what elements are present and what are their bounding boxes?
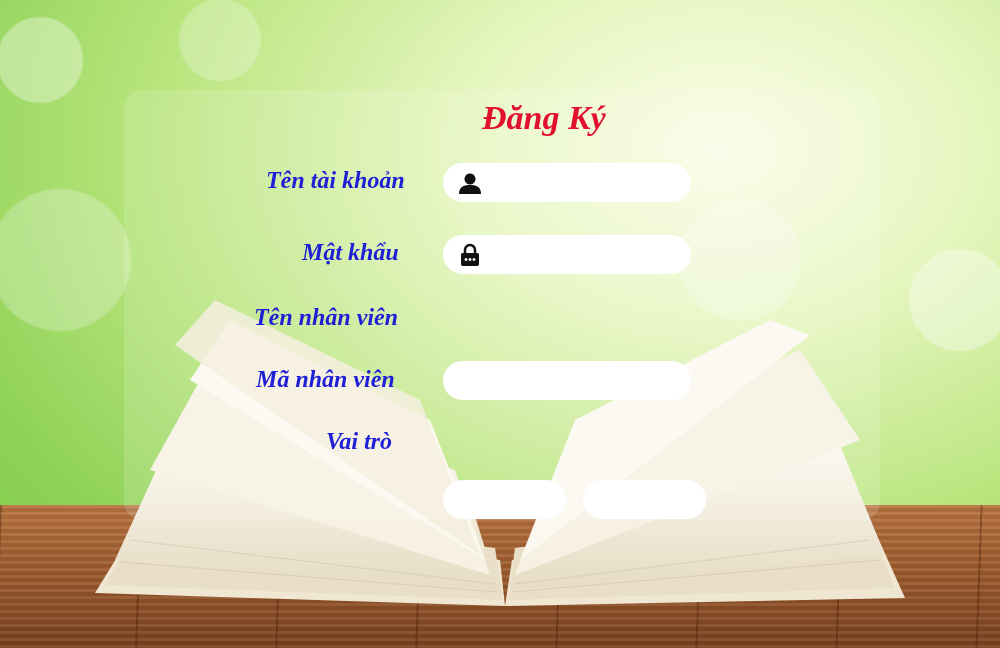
form-title: Đăng Ký (482, 100, 606, 137)
username-label: Tên tài khoản (266, 168, 405, 194)
employee-id-input[interactable] (463, 370, 677, 391)
employee-id-label: Mã nhân viên (256, 367, 395, 393)
cancel-button[interactable] (583, 480, 706, 519)
password-field[interactable] (443, 235, 691, 274)
register-button[interactable] (443, 480, 566, 519)
registration-panel (124, 90, 880, 520)
password-label: Mật khẩu (302, 240, 399, 266)
employee-id-field[interactable] (443, 361, 691, 400)
role-label: Vai trò (326, 429, 393, 455)
username-input[interactable] (490, 172, 684, 193)
lock-icon (458, 243, 482, 267)
employee-name-label: Tên nhân viên (254, 305, 399, 331)
username-field[interactable] (443, 163, 691, 202)
user-icon (458, 171, 482, 195)
password-input[interactable] (490, 244, 684, 265)
